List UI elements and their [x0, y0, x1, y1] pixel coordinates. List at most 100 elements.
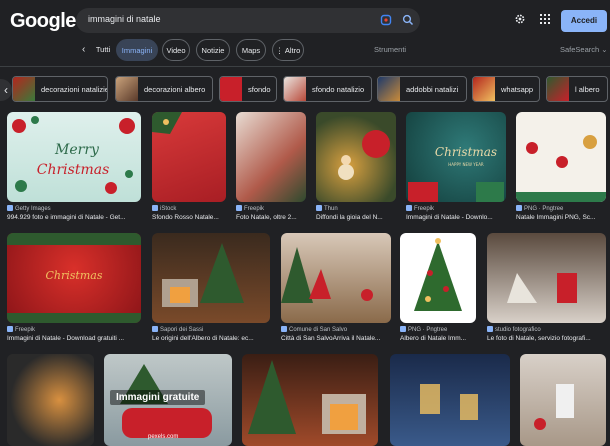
result-source: studio fotografico [487, 326, 606, 333]
tab-maps[interactable]: Maps [236, 39, 266, 61]
result-source: Getty Images [7, 205, 141, 212]
result-image[interactable] [487, 233, 606, 323]
result-card[interactable] [520, 354, 606, 446]
chip-label: decorazioni natalizie [41, 84, 108, 94]
result-image[interactable]: Christmas HAPPY NEW YEAR [406, 112, 506, 202]
chip-thumbnail [116, 77, 138, 101]
chip-addobbi-natalizi[interactable]: addobbi natalizi [377, 76, 467, 102]
result-image[interactable] [236, 112, 306, 202]
chip-whatsapp[interactable]: whatsapp [472, 76, 540, 102]
image-overlay-source: pexels.com [148, 434, 179, 440]
result-card[interactable]: Thun Diffondi la gioia del N... [316, 112, 396, 224]
chip-label: sfondo [248, 84, 271, 94]
svg-text:Christmas: Christmas [46, 269, 103, 282]
safesearch-dropdown[interactable]: SafeSearch ⌄ [560, 45, 608, 54]
result-image[interactable] [400, 233, 476, 323]
result-caption[interactable]: 994.929 foto e immagini di Natale - Get.… [7, 214, 141, 221]
result-card[interactable] [390, 354, 510, 446]
tab-all[interactable]: Tutti [90, 39, 116, 61]
card-text-happy-new-year: HAPPY NEW YEAR [448, 162, 484, 167]
chip-sfondo[interactable]: sfondo [219, 76, 277, 102]
result-image[interactable] [390, 354, 510, 446]
chevron-left-icon[interactable]: ‹ [0, 79, 12, 101]
result-card[interactable]: iStock Sfondo Rosso Natale... [152, 112, 226, 224]
gear-icon[interactable] [514, 13, 526, 25]
search-tabs: ‹ Tutti Immagini Video Notizie Maps ⋮ Al… [0, 39, 610, 63]
result-source: Freepik [406, 205, 506, 212]
tab-more[interactable]: ⋮ Altro [272, 39, 304, 61]
chip-label: l albero [575, 84, 600, 94]
result-card[interactable]: PNG · Pngtree Albero di Natale Imm... [400, 233, 476, 345]
result-caption[interactable]: Immagini di Natale - Download gratuiti .… [7, 335, 141, 342]
result-image[interactable]: Merry Christmas [7, 112, 141, 202]
result-card[interactable]: Immagini gratuite pexels.com [104, 354, 232, 446]
result-caption[interactable]: Le origini dell'Albero di Natale: ec... [152, 335, 270, 342]
sign-in-button[interactable]: Accedi [561, 10, 607, 32]
chip-thumbnail [220, 77, 242, 101]
chip-sfondo-natalizio[interactable]: sfondo natalizio [283, 76, 372, 102]
result-image[interactable] [152, 112, 226, 202]
chevron-left-icon[interactable]: ‹ [82, 44, 85, 55]
chip-thumbnail [378, 77, 400, 101]
search-icon[interactable] [402, 14, 414, 26]
result-card[interactable] [7, 354, 94, 446]
search-input[interactable]: immagini di natale [88, 14, 161, 24]
result-image[interactable]: Christmas [7, 233, 141, 323]
result-caption[interactable]: Immagini di Natale - Downlo... [406, 214, 506, 221]
tab-news[interactable]: Notizie [196, 39, 230, 61]
google-lens-icon[interactable] [380, 14, 392, 26]
result-image[interactable] [281, 233, 391, 323]
result-card[interactable]: Sapori dei Sassi Le origini dell'Albero … [152, 233, 270, 345]
result-caption[interactable]: Foto Natale, oltre 2... [236, 214, 306, 221]
result-card[interactable]: Comune di San Salvo Città di San SalvoAr… [281, 233, 391, 345]
result-caption[interactable]: Le foto di Natale, servizio fotografi... [487, 335, 606, 342]
apps-grid-icon[interactable] [540, 14, 550, 24]
chip-label: addobbi natalizi [406, 84, 459, 94]
result-caption[interactable]: Albero di Natale Imm... [400, 335, 476, 342]
chip-label: decorazioni albero [144, 84, 206, 94]
chip-thumbnail [547, 77, 569, 101]
result-caption[interactable]: Diffondi la gioia del N... [316, 214, 396, 221]
result-source: Freepik [236, 205, 306, 212]
result-source: Comune di San Salvo [281, 326, 391, 333]
result-image[interactable] [520, 354, 606, 446]
result-card[interactable] [242, 354, 378, 446]
result-image[interactable] [516, 112, 606, 202]
google-logo[interactable]: Google [10, 10, 76, 33]
result-source: PNG · Pngtree [516, 205, 606, 212]
result-card[interactable]: studio fotografico Le foto di Natale, se… [487, 233, 606, 345]
result-card[interactable]: Merry Christmas Getty Images 994.929 fot… [7, 112, 141, 224]
result-image[interactable] [316, 112, 396, 202]
result-source: iStock [152, 205, 226, 212]
result-source: Sapori dei Sassi [152, 326, 270, 333]
result-card[interactable]: Christmas HAPPY NEW YEAR Freepik Immagin… [406, 112, 506, 224]
search-box[interactable]: immagini di natale [76, 8, 420, 33]
chip-thumbnail [13, 77, 35, 101]
result-caption[interactable]: Città di San SalvoArriva il Natale... [281, 335, 391, 342]
result-card[interactable]: PNG · Pngtree Natale Immagini PNG, Sc... [516, 112, 606, 224]
chip-decorazioni-natalizie[interactable]: decorazioni natalizie [12, 76, 108, 102]
result-card[interactable]: Freepik Foto Natale, oltre 2... [236, 112, 306, 224]
card-text-christmas: Christmas [435, 145, 497, 159]
chip-label: sfondo natalizio [312, 84, 365, 94]
chip-thumbnail [473, 77, 495, 101]
chip-label: whatsapp [501, 84, 534, 94]
card-text-christmas: Christmas [37, 162, 110, 178]
related-searches: ‹ decorazioni natalizie decorazioni albe… [0, 76, 610, 102]
result-image[interactable] [7, 354, 94, 446]
tab-video[interactable]: Video [162, 39, 190, 61]
result-source: Freepik [7, 326, 141, 333]
result-card[interactable]: Christmas Freepik Immagini di Natale - D… [7, 233, 141, 345]
result-source: Thun [316, 205, 396, 212]
card-text-merry: Merry [54, 142, 100, 158]
result-image[interactable] [242, 354, 378, 446]
chip-decorazioni-albero[interactable]: decorazioni albero [115, 76, 213, 102]
image-overlay-title: Immagini gratuite [110, 390, 206, 405]
chip-thumbnail [284, 77, 306, 101]
tools-button[interactable]: Strumenti [374, 45, 406, 54]
chip-l-albero[interactable]: l albero [546, 76, 608, 102]
result-caption[interactable]: Natale Immagini PNG, Sc... [516, 214, 606, 221]
tab-images[interactable]: Immagini [116, 39, 158, 61]
result-image[interactable] [152, 233, 270, 323]
result-caption[interactable]: Sfondo Rosso Natale... [152, 214, 226, 221]
